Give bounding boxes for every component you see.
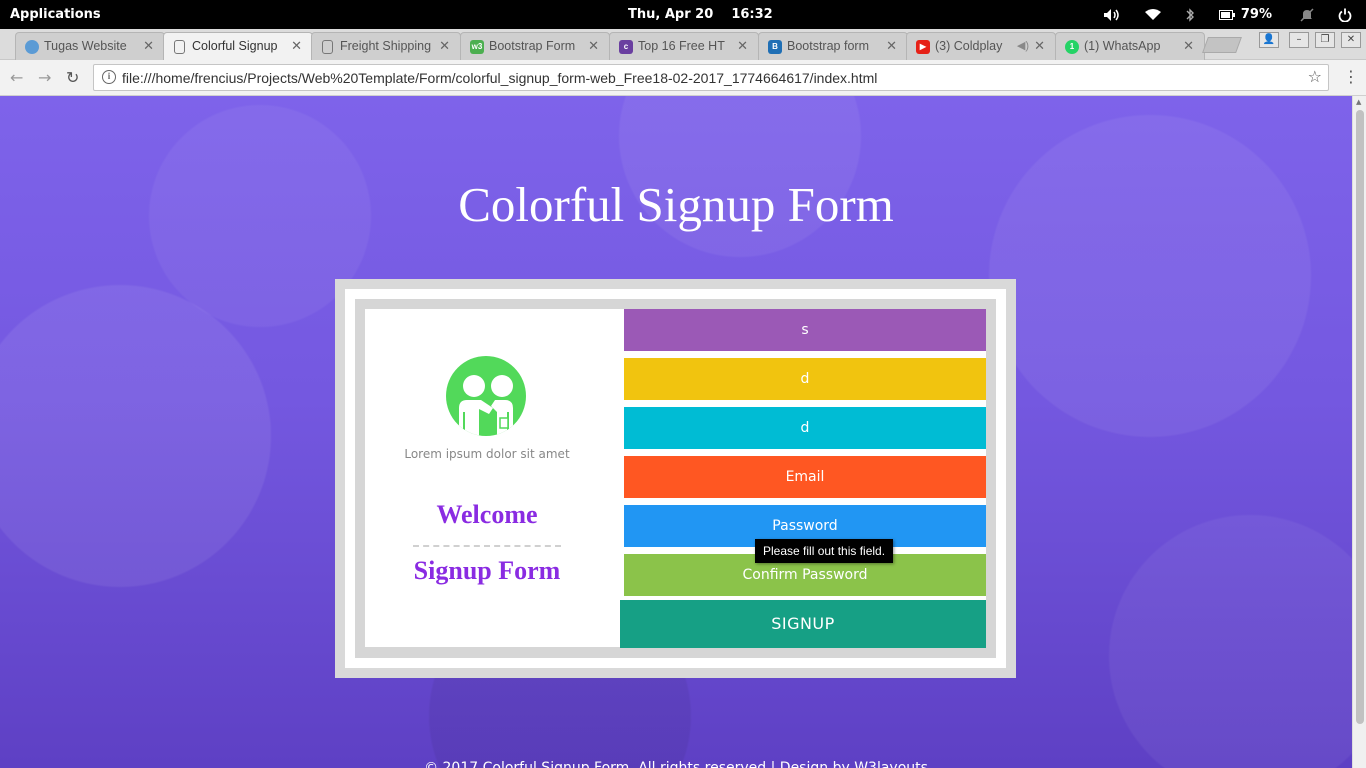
page-title: Colorful Signup Form <box>458 177 894 232</box>
volume-icon[interactable] <box>1103 8 1121 22</box>
signup-button[interactable]: SIGNUP <box>620 600 986 648</box>
tab-freight-shipping[interactable]: Freight Shipping ✕ <box>311 32 461 60</box>
url-text[interactable]: file:///home/frencius/Projects/Web%20Tem… <box>122 70 877 86</box>
tab-label: Bootstrap form <box>787 39 869 53</box>
reload-icon[interactable]: ↻ <box>66 68 79 87</box>
browser-tab-strip: Tugas Website ✕ Colorful Signup ✕ Freigh… <box>0 29 1366 60</box>
system-top-panel: Applications Thu, Apr 20 16:32 79% <box>0 0 1366 29</box>
close-icon[interactable]: ✕ <box>1183 38 1194 54</box>
tab-label: Tugas Website <box>44 39 127 53</box>
close-icon[interactable]: ✕ <box>1034 38 1045 54</box>
close-icon[interactable]: ✕ <box>737 38 748 54</box>
battery-icon[interactable] <box>1218 9 1235 20</box>
tab-whatsapp[interactable]: 1 (1) WhatsApp ✕ <box>1055 32 1205 60</box>
close-icon[interactable]: ✕ <box>291 38 302 54</box>
tab-tugas-website[interactable]: Tugas Website ✕ <box>15 32 165 60</box>
document-icon <box>174 40 185 54</box>
welcome-heading: Welcome <box>436 500 538 529</box>
tab-bootstrap-form[interactable]: w3 Bootstrap Form ✕ <box>460 32 610 60</box>
battery-percent: 79% <box>1240 7 1272 22</box>
tab-top-16-free[interactable]: c Top 16 Free HT ✕ <box>609 32 759 60</box>
menu-dots-icon[interactable]: ⋮ <box>1343 67 1359 86</box>
tab-bootstrap-form-2[interactable]: B Bootstrap form ✕ <box>758 32 908 60</box>
tab-label: Colorful Signup <box>192 39 278 53</box>
tab-page-icon <box>25 40 39 54</box>
tab-label: Freight Shipping <box>340 39 432 53</box>
close-window-button[interactable]: ✕ <box>1341 32 1361 48</box>
applications-menu[interactable]: Applications <box>10 7 101 22</box>
close-icon[interactable]: ✕ <box>886 38 897 54</box>
back-arrow-icon[interactable]: ← <box>10 68 23 87</box>
tab-label: (1) WhatsApp <box>1084 39 1161 53</box>
page-scrollbar[interactable]: ▲ <box>1352 96 1366 768</box>
tab-colorful-signup[interactable]: Colorful Signup ✕ <box>163 32 313 60</box>
tab-label: Top 16 Free HT <box>638 39 725 53</box>
profile-icon[interactable]: 👤 <box>1259 32 1279 48</box>
power-icon[interactable] <box>1338 8 1352 22</box>
w3schools-icon: w3 <box>470 40 484 54</box>
third-input[interactable]: d <box>624 407 986 449</box>
dashed-divider <box>413 545 561 547</box>
first-name-input[interactable]: s <box>624 309 986 351</box>
form-frame: Lorem ipsum dolor sit amet Welcome Signu… <box>335 279 1016 678</box>
document-icon <box>322 40 333 54</box>
whatsapp-icon: 1 <box>1065 40 1079 54</box>
welcome-panel: Lorem ipsum dolor sit amet Welcome Signu… <box>365 309 620 647</box>
minimize-button[interactable]: – <box>1289 32 1309 48</box>
page-viewport: Colorful Signup Form Lorem ipsum dolor s… <box>0 96 1352 768</box>
system-tray: 79% <box>1103 0 1366 29</box>
address-bar[interactable]: i file:///home/frencius/Projects/Web%20T… <box>93 64 1329 91</box>
tab-coldplay[interactable]: ▶ (3) Coldplay ◀) ✕ <box>906 32 1056 60</box>
tab-audio-icon[interactable]: ◀) <box>1017 39 1029 52</box>
close-icon[interactable]: ✕ <box>439 38 450 54</box>
footer-text: © 2017 Colorful Signup Form. All rights … <box>424 760 928 768</box>
email-placeholder: Email <box>785 469 825 485</box>
signup-form-heading: Signup Form <box>413 556 561 585</box>
email-input[interactable]: Email <box>624 456 986 498</box>
scroll-thumb[interactable] <box>1356 110 1364 724</box>
second-name-input[interactable]: d <box>624 358 986 400</box>
tab-label: (3) Coldplay <box>935 39 1003 53</box>
tagline: Lorem ipsum dolor sit amet <box>404 447 570 461</box>
tab-label: Bootstrap Form <box>489 39 576 53</box>
colorlib-icon: c <box>619 40 633 54</box>
signup-fields-panel: s d d Email Password Confirm Password SI… <box>620 309 986 648</box>
notifications-muted-icon[interactable] <box>1300 7 1314 22</box>
forward-arrow-icon[interactable]: → <box>38 68 51 87</box>
close-icon[interactable]: ✕ <box>588 38 599 54</box>
scroll-up-arrow-icon[interactable]: ▲ <box>1356 98 1361 106</box>
wifi-icon[interactable] <box>1144 8 1161 21</box>
browser-toolbar: ← → ↻ i file:///home/frencius/Projects/W… <box>0 60 1366 96</box>
bootstrap-icon: B <box>768 40 782 54</box>
handshake-icon <box>446 356 526 436</box>
new-tab-button[interactable] <box>1202 37 1242 53</box>
bookmark-star-icon[interactable]: ☆ <box>1308 67 1322 86</box>
validation-tooltip: Please fill out this field. <box>755 539 894 563</box>
bluetooth-icon[interactable] <box>1185 7 1195 22</box>
info-icon[interactable]: i <box>102 70 116 84</box>
youtube-icon: ▶ <box>916 40 930 54</box>
close-icon[interactable]: ✕ <box>143 38 154 54</box>
clock[interactable]: Thu, Apr 20 16:32 <box>628 7 773 22</box>
maximize-button[interactable]: ❐ <box>1315 32 1335 48</box>
